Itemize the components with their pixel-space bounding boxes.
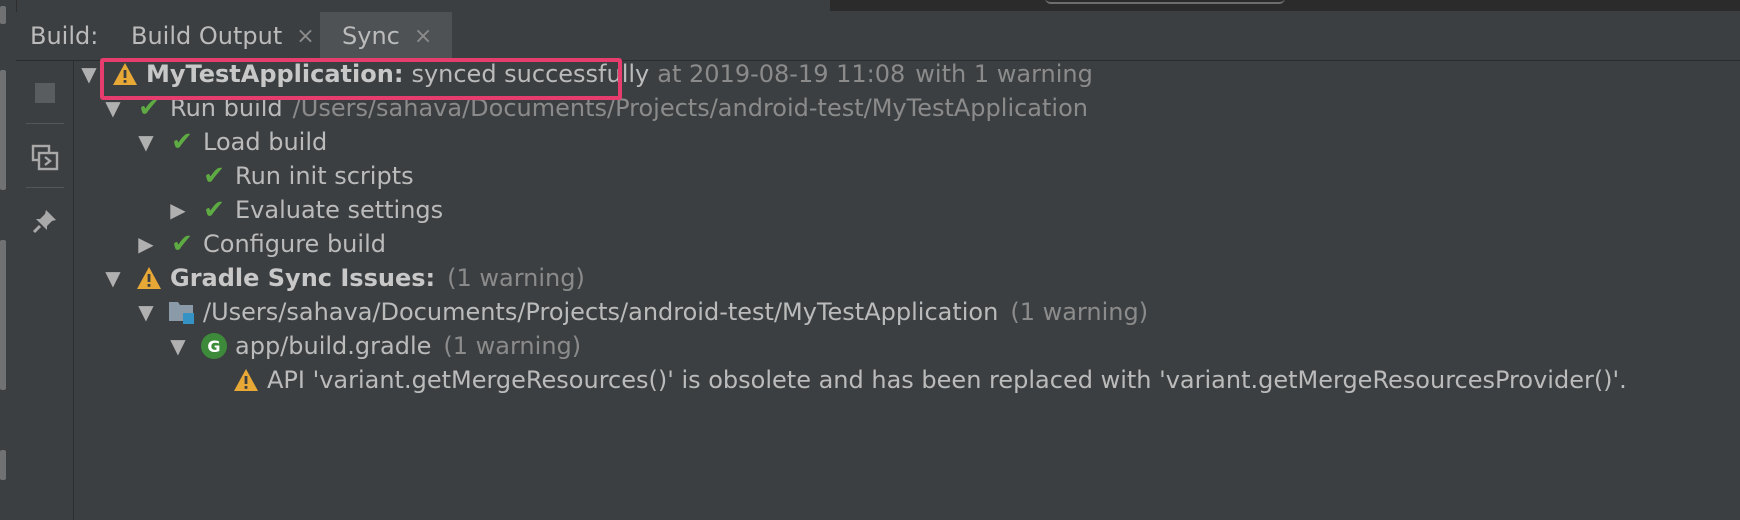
expand-arrow-icon[interactable]: ▼ — [131, 300, 161, 324]
pin-button[interactable] — [31, 207, 59, 235]
warning-message-text: API 'variant.getMergeResources()' is obs… — [267, 366, 1627, 394]
node-label: Configure build — [203, 230, 386, 258]
check-icon: ✔ — [203, 195, 225, 225]
expand-arrow-icon[interactable]: ▼ — [131, 130, 161, 154]
toggle-view-button[interactable] — [31, 144, 59, 172]
check-icon: ✔ — [171, 229, 193, 259]
side-tool-strip — [0, 0, 17, 520]
collapse-arrow-icon[interactable]: ▶ — [163, 198, 193, 222]
warning-count: (1 warning) — [443, 332, 582, 360]
tree-node-load-build[interactable]: ▼ ✔ Load build — [131, 123, 327, 161]
expand-arrow-icon[interactable]: ▼ — [163, 334, 193, 358]
build-tab-bar: Build: Build Output × Sync × — [16, 12, 1740, 61]
expand-arrow-icon[interactable]: ▼ — [98, 96, 128, 120]
side-strip-mark — [0, 6, 6, 24]
toolbar-divider — [26, 123, 64, 124]
tree-node-build-gradle[interactable]: ▼ G app/build.gradle (1 warning) — [163, 327, 581, 365]
build-label: Build: — [30, 22, 99, 50]
tab-sync[interactable]: Sync × — [320, 12, 453, 60]
project-name: MyTestApplication: — [146, 60, 404, 88]
tree-node-configure-build[interactable]: ▶ ✔ Configure build — [131, 225, 386, 263]
warning-icon — [134, 263, 164, 293]
build-toolbar — [16, 61, 74, 520]
node-label: Evaluate settings — [235, 196, 444, 224]
stop-icon — [35, 83, 55, 103]
check-icon: ✔ — [138, 93, 160, 123]
warning-count: (1 warning) — [1010, 298, 1149, 326]
tree-node-run-init-scripts[interactable]: ✔ Run init scripts — [199, 157, 414, 195]
toolbar-divider — [26, 187, 64, 188]
collapse-arrow-icon[interactable]: ▶ — [131, 232, 161, 256]
warning-icon — [231, 365, 261, 395]
warning-count: with 1 warning — [915, 60, 1093, 88]
warning-count: (1 warning) — [447, 264, 585, 292]
node-label: Run build — [170, 94, 283, 122]
warning-icon — [110, 59, 140, 89]
node-label: app/build.gradle — [235, 332, 432, 360]
side-strip-mark — [0, 240, 6, 390]
close-icon[interactable]: × — [296, 24, 314, 49]
editor-edge — [830, 0, 1740, 11]
tree-node-root[interactable]: ▼ MyTestApplication: synced successfully… — [74, 55, 1093, 93]
tree-node-evaluate-settings[interactable]: ▶ ✔ Evaluate settings — [163, 191, 443, 229]
side-strip-mark — [0, 70, 6, 190]
node-label: Load build — [203, 128, 328, 156]
side-strip-mark — [0, 450, 6, 480]
node-path: /Users/sahava/Documents/Projects/android… — [203, 298, 999, 326]
tree-node-warning-message[interactable]: API 'variant.getMergeResources()' is obs… — [231, 361, 1627, 399]
node-label: Gradle Sync Issues: — [170, 264, 436, 292]
close-icon[interactable]: × — [414, 24, 432, 49]
node-label: Run init scripts — [235, 162, 414, 190]
gradle-letter: G — [201, 333, 227, 359]
gradle-icon: G — [199, 331, 229, 361]
sync-time: at 2019-08-19 11:08 — [657, 60, 906, 88]
console-toggle-icon — [31, 144, 59, 171]
pin-icon — [32, 210, 56, 234]
sync-status: synced successfully — [411, 60, 650, 88]
check-icon: ✔ — [203, 161, 225, 191]
expand-arrow-icon[interactable]: ▼ — [98, 266, 128, 290]
tab-label: Build Output — [131, 22, 283, 50]
top-strip — [0, 0, 1740, 12]
check-icon: ✔ — [171, 127, 193, 157]
expand-arrow-icon[interactable]: ▼ — [74, 62, 104, 86]
stop-button[interactable] — [31, 79, 59, 107]
tree-node-project-folder[interactable]: ▼ /Users/sahava/Documents/Projects/andro… — [131, 293, 1148, 331]
sync-tree: ▼ MyTestApplication: synced successfully… — [74, 60, 1740, 520]
tree-node-run-build[interactable]: ▼ ✔ Run build /Users/sahava/Documents/Pr… — [98, 89, 1088, 127]
tab-build-output[interactable]: Build Output × — [109, 12, 335, 60]
tree-node-gradle-sync-issues[interactable]: ▼ Gradle Sync Issues: (1 warning) — [98, 259, 585, 297]
node-path: /Users/sahava/Documents/Projects/android… — [292, 94, 1088, 122]
tab-label: Sync — [342, 22, 400, 50]
folder-icon — [167, 297, 197, 327]
editor-fragment — [1045, 0, 1285, 4]
